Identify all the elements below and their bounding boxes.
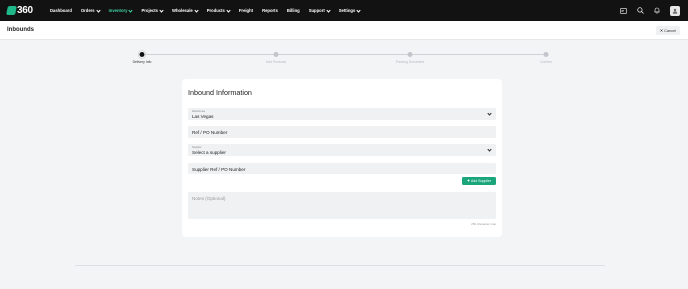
supplier-ref-po-placeholder: Supplier Ref / PO Number	[192, 166, 246, 172]
nav-item-support[interactable]: Support	[308, 7, 331, 13]
chevron-down-icon	[326, 7, 331, 13]
inbound-info-card: Inbound Information Warehouse Las Vegas …	[182, 79, 502, 237]
top-navbar: 360 Dashboard Orders Inventory Projects Whol…	[0, 0, 688, 21]
nav-item-freight[interactable]: Freight	[239, 8, 253, 13]
char-limit-hint: 250 character max	[471, 222, 496, 226]
warehouse-select[interactable]: Warehouse Las Vegas	[188, 108, 496, 120]
logo[interactable]: 360	[6, 5, 41, 17]
step-dot-2[interactable]	[273, 52, 279, 57]
notes-placeholder: Notes (Optional)	[192, 196, 226, 201]
chevron-down-icon	[194, 7, 199, 13]
warehouse-value: Las Vegas	[192, 113, 214, 119]
nav-item-label: Wholesale	[172, 8, 193, 13]
add-supplier-label: Add Supplier	[470, 179, 492, 183]
logo-text: 360	[17, 5, 33, 16]
supplier-label: Supplier	[192, 145, 202, 149]
page-header: Inbounds Cancel	[0, 21, 688, 40]
nav-item-reports[interactable]: Reports	[262, 8, 278, 13]
nav-item-label: Orders	[80, 8, 95, 13]
close-icon	[659, 28, 663, 33]
ref-po-placeholder: Ref / PO Number	[192, 129, 228, 135]
nav-item-label: Settings	[338, 8, 356, 13]
nav-item-billing[interactable]: Billing	[287, 8, 300, 13]
bell-icon[interactable]	[653, 7, 661, 15]
chevron-down-icon	[487, 111, 492, 116]
cancel-button[interactable]: Cancel	[655, 26, 680, 35]
step-label-3: Packing Document	[395, 60, 425, 64]
nav-item-label: Reports	[262, 8, 278, 13]
step-label-2: Add Products	[265, 60, 287, 64]
nav-item-label: Products	[206, 8, 225, 13]
navbar-actions	[619, 0, 680, 21]
page-title: Inbounds	[7, 27, 34, 33]
plus-icon	[467, 179, 470, 183]
stepper-line	[142, 54, 546, 55]
user-avatar-icon[interactable]	[670, 5, 680, 16]
step-dot-4[interactable]	[543, 52, 549, 57]
nav-item-label: Dashboard	[50, 8, 72, 13]
chevron-down-icon	[487, 147, 492, 152]
nav-item-label: Freight	[238, 8, 254, 13]
chevron-down-icon	[356, 7, 361, 13]
chevron-down-icon	[128, 7, 134, 13]
chevron-down-icon	[159, 7, 164, 13]
nav-item-label: Billing	[286, 8, 300, 13]
add-supplier-button[interactable]: Add Supplier	[462, 177, 496, 185]
chevron-down-icon	[95, 7, 101, 13]
supplier-value: Select a supplier	[192, 149, 226, 155]
progress-stepper: Delivery Info Add Products Packing Documen…	[133, 52, 552, 64]
notes-textarea[interactable]: Notes (Optional)	[188, 192, 496, 219]
id-card-icon[interactable]	[619, 7, 627, 15]
logo-mark-icon	[6, 6, 17, 15]
chevron-down-icon	[226, 7, 231, 13]
nav-item-products[interactable]: Products	[206, 7, 231, 13]
warehouse-label: Warehouse	[192, 109, 206, 113]
step-label-4: Confirm	[540, 60, 552, 64]
nav-item-dashboard[interactable]: Dashboard	[50, 8, 72, 13]
step-dot-1[interactable]	[139, 52, 145, 57]
search-icon[interactable]	[636, 7, 644, 15]
main-nav: Dashboard Orders Inventory Projects Wholesal…	[50, 7, 361, 13]
nav-item-projects[interactable]: Projects	[141, 7, 164, 13]
nav-item-orders[interactable]: Orders	[80, 7, 101, 13]
card-title: Inbound Information	[188, 88, 252, 97]
supplier-ref-po-input[interactable]: Supplier Ref / PO Number	[188, 163, 496, 174]
nav-item-label: Inventory	[108, 8, 128, 13]
nav-item-wholesale[interactable]: Wholesale	[172, 7, 199, 13]
nav-item-settings[interactable]: Settings	[338, 7, 361, 13]
nav-item-label: Projects	[141, 8, 158, 13]
supplier-select[interactable]: Supplier Select a supplier	[188, 144, 496, 156]
step-dot-3[interactable]	[407, 52, 413, 57]
ref-po-input[interactable]: Ref / PO Number	[188, 126, 496, 138]
nav-item-label: Support	[308, 8, 325, 13]
nav-item-inventory[interactable]: Inventory	[108, 7, 134, 13]
step-label-1: Delivery Info	[132, 60, 152, 64]
cancel-label: Cancel	[664, 28, 676, 33]
footer-divider	[75, 265, 605, 266]
